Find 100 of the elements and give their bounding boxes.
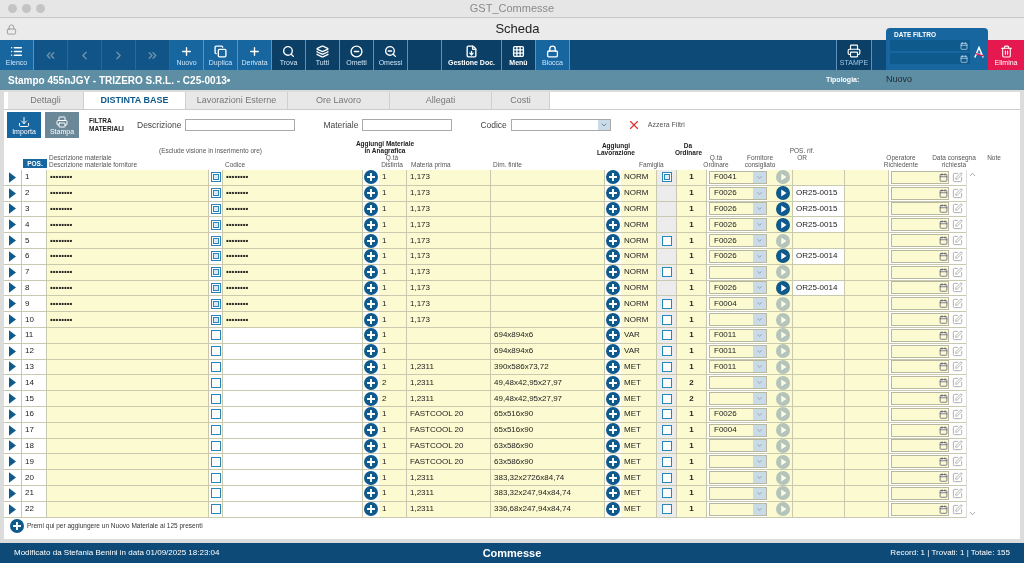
- date-field[interactable]: [891, 218, 949, 232]
- add-icon[interactable]: [606, 391, 620, 406]
- add-icon[interactable]: [606, 438, 620, 453]
- checkbox[interactable]: [661, 346, 672, 357]
- checkbox[interactable]: [210, 251, 221, 262]
- row-arrow-icon[interactable]: [9, 487, 16, 499]
- date-field[interactable]: [891, 502, 949, 516]
- date-field[interactable]: [891, 423, 949, 437]
- calendar-icon[interactable]: [939, 299, 948, 309]
- add-icon[interactable]: [606, 186, 620, 201]
- add-icon[interactable]: [606, 502, 620, 517]
- add-icon[interactable]: [10, 518, 24, 533]
- supplier-dropdown[interactable]: F0026: [709, 186, 767, 200]
- checkbox[interactable]: [661, 267, 672, 278]
- checkbox[interactable]: [661, 361, 672, 372]
- supplier-dropdown[interactable]: F0026: [709, 234, 767, 248]
- add-icon[interactable]: [364, 328, 378, 343]
- row-arrow-icon[interactable]: [9, 314, 16, 326]
- toolbar-button[interactable]: [408, 40, 442, 70]
- calendar-icon[interactable]: [939, 425, 948, 435]
- checkbox[interactable]: [661, 425, 672, 436]
- calendar-icon[interactable]: [939, 236, 948, 246]
- calendar-icon[interactable]: [939, 267, 948, 277]
- calendar-icon[interactable]: [939, 251, 948, 261]
- row-arrow-icon[interactable]: [9, 377, 16, 389]
- row-arrow-icon[interactable]: [9, 329, 16, 341]
- date-field[interactable]: [891, 392, 949, 406]
- add-icon[interactable]: [606, 359, 620, 374]
- go-icon[interactable]: [776, 186, 790, 201]
- go-icon[interactable]: [776, 217, 790, 232]
- add-icon[interactable]: [364, 391, 378, 406]
- add-icon[interactable]: [364, 296, 378, 311]
- add-icon[interactable]: [606, 233, 620, 248]
- checkbox[interactable]: [210, 440, 221, 451]
- add-icon[interactable]: [364, 359, 378, 374]
- supplier-dropdown[interactable]: F0026: [709, 281, 767, 295]
- calendar-icon[interactable]: [939, 204, 948, 214]
- row-arrow-icon[interactable]: [9, 345, 16, 357]
- add-icon[interactable]: [606, 296, 620, 311]
- row-arrow-icon[interactable]: [9, 171, 16, 183]
- row-arrow-icon[interactable]: [9, 250, 16, 262]
- calendar-icon[interactable]: [939, 362, 948, 372]
- calendar-icon[interactable]: [939, 346, 948, 356]
- row-arrow-icon[interactable]: [9, 282, 16, 294]
- tab[interactable]: Dettagli: [8, 92, 84, 109]
- code-dropdown[interactable]: [510, 119, 611, 131]
- row-arrow-icon[interactable]: [9, 235, 16, 247]
- add-icon[interactable]: [364, 280, 378, 295]
- add-icon[interactable]: [606, 375, 620, 390]
- add-icon[interactable]: [606, 470, 620, 485]
- checkbox[interactable]: [661, 504, 672, 515]
- checkbox[interactable]: [210, 361, 221, 372]
- checkbox[interactable]: [661, 440, 672, 451]
- row-arrow-icon[interactable]: [9, 393, 16, 405]
- filter-field[interactable]: [185, 119, 296, 131]
- checkbox[interactable]: [210, 298, 221, 309]
- checkbox[interactable]: [661, 330, 672, 341]
- add-icon[interactable]: [606, 280, 620, 295]
- scrollbar[interactable]: [966, 170, 978, 518]
- checkbox[interactable]: [661, 172, 672, 183]
- add-icon[interactable]: [606, 486, 620, 501]
- add-icon[interactable]: [364, 470, 378, 485]
- checkbox[interactable]: [210, 172, 221, 183]
- date-field[interactable]: [891, 407, 949, 421]
- add-icon[interactable]: [364, 344, 378, 359]
- date-field[interactable]: [891, 186, 949, 200]
- add-icon[interactable]: [606, 249, 620, 264]
- checkbox[interactable]: [210, 456, 221, 467]
- supplier-dropdown[interactable]: F0041: [709, 170, 767, 184]
- add-icon[interactable]: [364, 265, 378, 280]
- checkbox[interactable]: [661, 456, 672, 467]
- calendar-icon[interactable]: [939, 457, 948, 467]
- calendar-icon[interactable]: [939, 220, 948, 230]
- date-field[interactable]: [891, 439, 949, 453]
- calendar-icon[interactable]: [939, 330, 948, 340]
- add-icon[interactable]: [364, 217, 378, 232]
- checkbox[interactable]: [661, 298, 672, 309]
- date-field[interactable]: [891, 455, 949, 469]
- tab[interactable]: Lavorazioni Esterne: [186, 92, 288, 109]
- date-field[interactable]: [891, 170, 949, 184]
- add-icon[interactable]: [606, 344, 620, 359]
- row-arrow-icon[interactable]: [9, 456, 16, 468]
- add-icon[interactable]: [364, 249, 378, 264]
- add-icon[interactable]: [364, 170, 378, 185]
- supplier-dropdown[interactable]: F0026: [709, 407, 767, 421]
- calendar-icon[interactable]: [939, 188, 948, 198]
- checkbox[interactable]: [210, 314, 221, 325]
- checkbox[interactable]: [210, 235, 221, 246]
- date-field[interactable]: [891, 328, 949, 342]
- date-field[interactable]: [891, 486, 949, 500]
- checkbox[interactable]: [210, 504, 221, 515]
- supplier-dropdown[interactable]: F0004: [709, 297, 767, 311]
- add-icon[interactable]: [606, 170, 620, 185]
- date-field[interactable]: [891, 360, 949, 374]
- tab[interactable]: Costi: [492, 92, 550, 109]
- calendar-icon[interactable]: [939, 283, 948, 293]
- checkbox[interactable]: [210, 346, 221, 357]
- calendar-icon[interactable]: [939, 315, 948, 325]
- calendar-icon[interactable]: [939, 441, 948, 451]
- date-field[interactable]: [890, 40, 970, 51]
